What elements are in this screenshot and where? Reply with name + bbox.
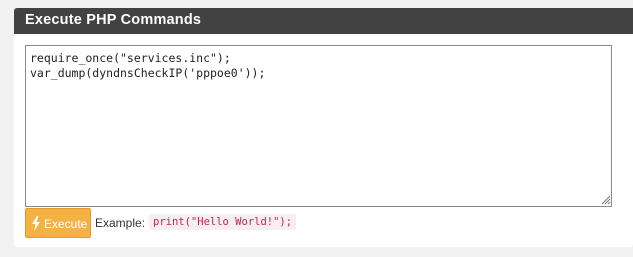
- bolt-icon: [32, 216, 40, 231]
- resize-grip-icon[interactable]: [601, 195, 611, 205]
- php-command-input[interactable]: require_once("services.inc"); var_dump(d…: [25, 45, 612, 207]
- execute-button[interactable]: Execute: [25, 208, 91, 238]
- example-code: print("Hello World!");: [149, 214, 297, 230]
- execute-php-panel: Execute PHP Commands require_once("servi…: [14, 8, 633, 247]
- execute-button-label: Execute: [44, 217, 88, 231]
- example-label: Example:: [95, 216, 146, 230]
- action-row: Execute Example: print("Hello World!");: [25, 208, 615, 238]
- panel-title: Execute PHP Commands: [25, 12, 202, 28]
- panel-heading: Execute PHP Commands: [14, 8, 633, 34]
